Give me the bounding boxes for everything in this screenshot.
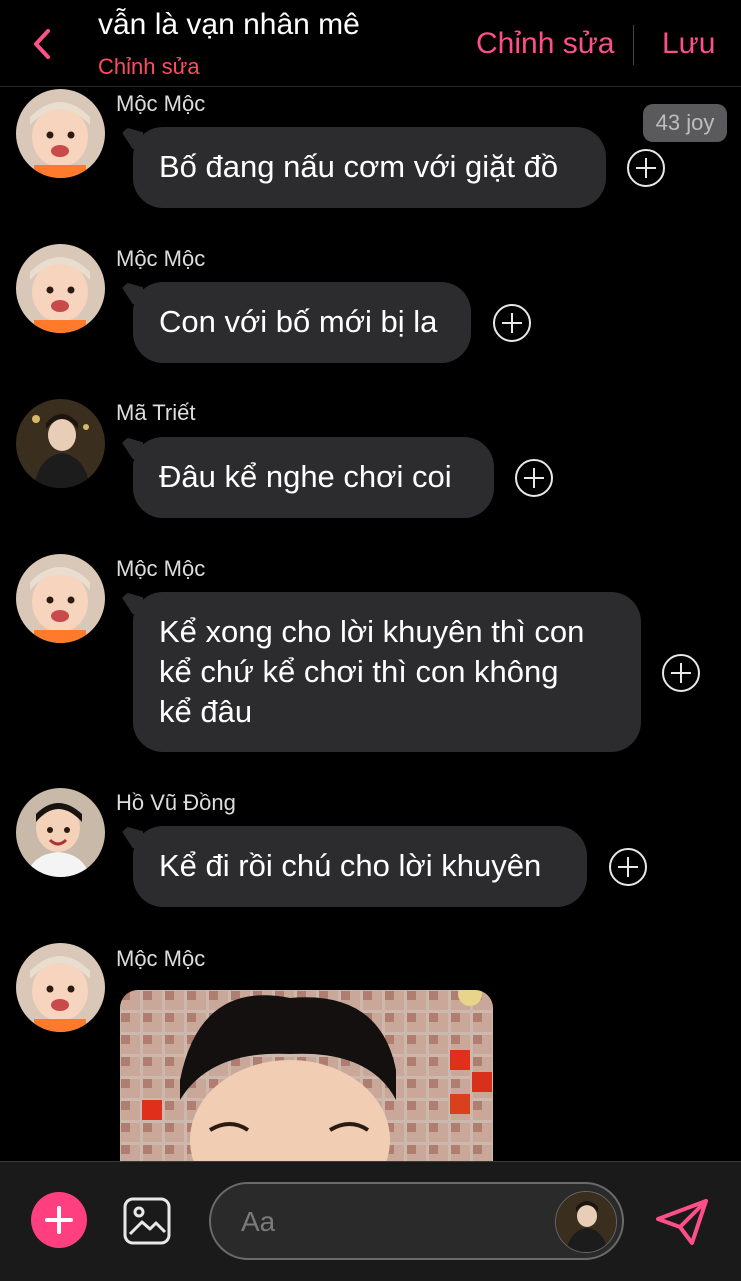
message-text-line: kể đâu bbox=[159, 694, 253, 729]
sender-name: Mộc Mộc bbox=[116, 556, 206, 581]
add-reaction-icon[interactable] bbox=[662, 654, 700, 692]
send-icon[interactable] bbox=[654, 1197, 710, 1247]
avatar-moc-moc[interactable] bbox=[16, 943, 105, 1032]
add-button[interactable] bbox=[31, 1192, 87, 1248]
chat-subtitle[interactable]: Chỉnh sửa bbox=[98, 54, 200, 80]
sender-name: Mộc Mộc bbox=[116, 91, 206, 116]
message-bubble[interactable]: Kể xong cho lời khuyên thì con kể chứ kể… bbox=[133, 592, 641, 752]
avatar-ho-vu-dong[interactable] bbox=[16, 788, 105, 877]
message-text: Đâu kể nghe chơi coi bbox=[159, 459, 452, 494]
save-button[interactable]: Lưu bbox=[662, 27, 715, 61]
avatar-moc-moc[interactable] bbox=[16, 89, 105, 178]
message-text-line: Kể xong cho lời khuyên thì con bbox=[159, 614, 585, 649]
back-chevron-icon[interactable] bbox=[28, 26, 58, 62]
message-photo[interactable] bbox=[120, 990, 493, 1162]
message-text: Bố đang nấu cơm với giặt đồ bbox=[159, 149, 559, 184]
sender-name: Mộc Mộc bbox=[116, 946, 206, 971]
joy-badge: 43 joy bbox=[643, 104, 727, 142]
message-bubble[interactable]: Bố đang nấu cơm với giặt đồ bbox=[133, 127, 606, 208]
add-reaction-icon[interactable] bbox=[515, 459, 553, 497]
message-bubble[interactable]: Đâu kể nghe chơi coi bbox=[133, 437, 494, 518]
chat-title: vẫn là vạn nhân mê bbox=[98, 8, 360, 41]
composer-bar bbox=[0, 1161, 741, 1281]
persona-avatar[interactable] bbox=[555, 1191, 617, 1253]
message-bubble[interactable]: Kể đi rồi chú cho lời khuyên bbox=[133, 826, 587, 907]
sender-name: Hồ Vũ Đồng bbox=[116, 790, 236, 815]
sender-name: Mộc Mộc bbox=[116, 246, 206, 271]
add-reaction-icon[interactable] bbox=[493, 304, 531, 342]
message-input-wrapper bbox=[209, 1182, 624, 1260]
avatar-ma-triet[interactable] bbox=[16, 399, 105, 488]
message-text-line: kể chứ kể chơi thì con không bbox=[159, 654, 559, 689]
avatar-moc-moc[interactable] bbox=[16, 554, 105, 643]
message-bubble[interactable]: Con với bố mới bị la bbox=[133, 282, 471, 363]
add-reaction-icon[interactable] bbox=[609, 848, 647, 886]
edit-button[interactable]: Chỉnh sửa bbox=[476, 27, 615, 61]
add-reaction-icon[interactable] bbox=[627, 149, 665, 187]
message-text: Kể đi rồi chú cho lời khuyên bbox=[159, 848, 542, 883]
chat-header: vẫn là vạn nhân mê Chỉnh sửa Chỉnh sửa L… bbox=[0, 0, 741, 87]
message-text: Con với bố mới bị la bbox=[159, 304, 438, 339]
sender-name: Mã Triết bbox=[116, 400, 196, 425]
avatar-moc-moc[interactable] bbox=[16, 244, 105, 333]
header-divider bbox=[633, 25, 634, 65]
message-input[interactable] bbox=[239, 1202, 543, 1242]
image-gallery-icon[interactable] bbox=[122, 1196, 172, 1246]
